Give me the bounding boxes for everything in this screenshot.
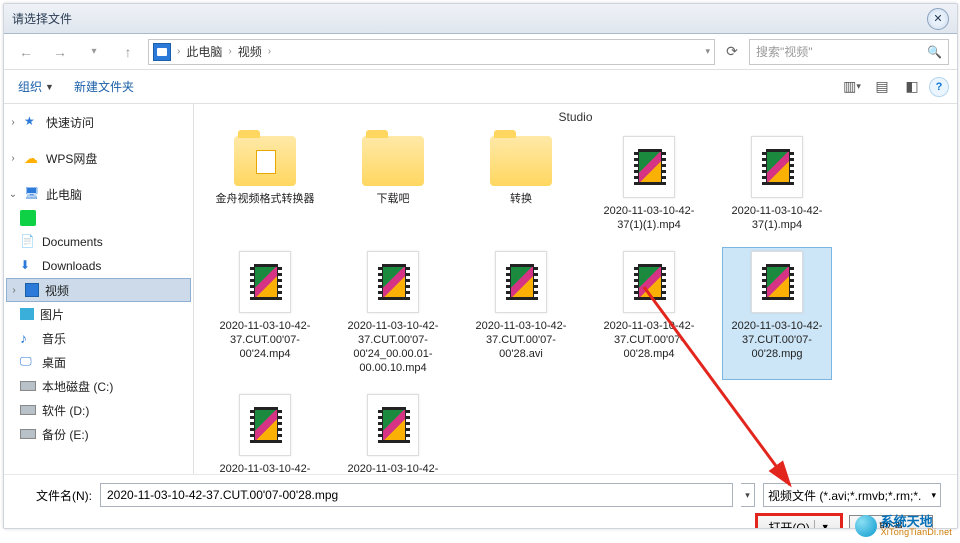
- history-dropdown[interactable]: ▾: [80, 39, 108, 65]
- sidebar-videos[interactable]: ›视频: [6, 278, 191, 302]
- file-item[interactable]: 2020-11-03-10-42-37.CUT.00'07-00'28.vob: [210, 390, 320, 474]
- file-item[interactable]: 2020-11-03-10-42-37(1)(1).mp4: [594, 132, 704, 237]
- bottom-panel: 文件名(N): ▾ 视频文件 (*.avi;*.rmvb;*.rm;*.▾ 打开…: [4, 474, 957, 529]
- file-item[interactable]: 2020-11-03-10-42-37.CUT.00'07-00'28.mp4: [594, 247, 704, 380]
- close-button[interactable]: ✕: [927, 8, 949, 30]
- sidebar-drive-d[interactable]: 软件 (D:): [6, 398, 191, 422]
- video-file-icon: [751, 251, 803, 313]
- folder-icon: [490, 136, 552, 186]
- organize-menu[interactable]: 组织▼: [12, 74, 60, 99]
- back-button[interactable]: ←: [12, 39, 40, 65]
- file-label: 2020-11-03-10-42-37.mp4: [342, 462, 444, 474]
- search-placeholder: 搜索"视频": [756, 43, 813, 60]
- folder-icon: [362, 136, 424, 186]
- help-button[interactable]: ?: [929, 77, 949, 97]
- breadcrumb[interactable]: › 此电脑 › 视频 › ▾: [148, 39, 715, 65]
- file-list: Studio 金舟视频格式转换器 下载吧 转换 2020-11-03-10-42-37…: [194, 104, 957, 474]
- file-item[interactable]: 2020-11-03-10-42-37.CUT.00'07-00'28.avi: [466, 247, 576, 380]
- file-item[interactable]: 2020-11-03-10-42-37.CUT.00'07-00'24.mp4: [210, 247, 320, 380]
- sidebar-documents[interactable]: 📄Documents: [6, 230, 191, 254]
- video-file-icon: [239, 394, 291, 456]
- video-file-icon: [751, 136, 803, 198]
- breadcrumb-root[interactable]: 此电脑: [186, 43, 222, 60]
- view-details-button[interactable]: ▤: [869, 76, 895, 98]
- file-label: 2020-11-03-10-42-37.CUT.00'07-00'28.mp4: [598, 319, 700, 362]
- toolbar: 组织▼ 新建文件夹 ▥ ▾ ▤ ◧ ?: [4, 70, 957, 104]
- folder-icon: [234, 136, 296, 186]
- search-icon: 🔍: [927, 45, 942, 59]
- sidebar-this-pc[interactable]: ⌄🖥此电脑: [6, 182, 191, 206]
- new-folder-button[interactable]: 新建文件夹: [68, 74, 140, 99]
- open-button[interactable]: 打开(O)▼: [757, 515, 841, 529]
- chevron-right-icon: ›: [228, 46, 231, 57]
- sidebar-item[interactable]: [6, 206, 191, 230]
- file-label: 2020-11-03-10-42-37.CUT.00'07-00'28.mpg: [726, 319, 828, 362]
- file-label: 2020-11-03-10-42-37.CUT.00'07-00'28.avi: [470, 319, 572, 362]
- forward-button[interactable]: →: [46, 39, 74, 65]
- breadcrumb-dropdown[interactable]: ▾: [705, 46, 710, 57]
- file-item[interactable]: 转换: [466, 132, 576, 237]
- filename-input[interactable]: [100, 483, 733, 507]
- navigation-bar: ← → ▾ ↑ › 此电脑 › 视频 › ▾ ⟳ 搜索"视频" 🔍: [4, 34, 957, 70]
- sidebar: ›★快速访问 ›☁WPS网盘 ⌄🖥此电脑 📄Documents ⬇Downloa…: [4, 104, 194, 474]
- group-header: Studio: [194, 108, 957, 126]
- file-label: 2020-11-03-10-42-37(1).mp4: [726, 204, 828, 233]
- file-item[interactable]: 2020-11-03-10-42-37.CUT.00'07-00'24_00.0…: [338, 247, 448, 380]
- video-file-icon: [495, 251, 547, 313]
- body: ›★快速访问 ›☁WPS网盘 ⌄🖥此电脑 📄Documents ⬇Downloa…: [4, 104, 957, 474]
- sidebar-drive-c[interactable]: 本地磁盘 (C:): [6, 374, 191, 398]
- file-label: 转换: [510, 192, 532, 206]
- sidebar-downloads[interactable]: ⬇Downloads: [6, 254, 191, 278]
- sidebar-pictures[interactable]: 图片: [6, 302, 191, 326]
- video-file-icon: [239, 251, 291, 313]
- search-input[interactable]: 搜索"视频" 🔍: [749, 39, 949, 65]
- file-item[interactable]: 2020-11-03-10-42-37(1).mp4: [722, 132, 832, 237]
- filename-label: 文件名(N):: [20, 487, 92, 504]
- preview-pane-button[interactable]: ◧: [899, 76, 925, 98]
- file-label: 2020-11-03-10-42-37(1)(1).mp4: [598, 204, 700, 233]
- video-file-icon: [623, 251, 675, 313]
- video-file-icon: [623, 136, 675, 198]
- sidebar-quick-access[interactable]: ›★快速访问: [6, 110, 191, 134]
- file-item[interactable]: 2020-11-03-10-42-37.CUT.00'07-00'28.mpg: [722, 247, 832, 380]
- chevron-right-icon: ›: [268, 46, 271, 57]
- file-label: 2020-11-03-10-42-37.CUT.00'07-00'24.mp4: [214, 319, 316, 362]
- chevron-right-icon: ›: [177, 46, 180, 57]
- file-label: 2020-11-03-10-42-37.CUT.00'07-00'28.vob: [214, 462, 316, 474]
- view-icons-button[interactable]: ▥ ▾: [839, 76, 865, 98]
- file-item[interactable]: 下载吧: [338, 132, 448, 237]
- file-item[interactable]: 金舟视频格式转换器: [210, 132, 320, 237]
- sidebar-drive-e[interactable]: 备份 (E:): [6, 422, 191, 446]
- file-label: 下载吧: [377, 192, 410, 206]
- file-label: 2020-11-03-10-42-37.CUT.00'07-00'24_00.0…: [342, 319, 444, 376]
- file-item[interactable]: 2020-11-03-10-42-37.mp4: [338, 390, 448, 474]
- up-button[interactable]: ↑: [114, 39, 142, 65]
- sidebar-desktop[interactable]: 🖵桌面: [6, 350, 191, 374]
- file-dialog: 请选择文件 ✕ ← → ▾ ↑ › 此电脑 › 视频 › ▾ ⟳ 搜索"视频" …: [3, 3, 958, 529]
- video-folder-icon: [153, 43, 171, 61]
- cancel-button[interactable]: 取消: [849, 515, 933, 529]
- breadcrumb-part[interactable]: 视频: [238, 43, 262, 60]
- filetype-select[interactable]: 视频文件 (*.avi;*.rmvb;*.rm;*.▾: [763, 483, 941, 507]
- window-title: 请选择文件: [12, 10, 927, 27]
- video-file-icon: [367, 251, 419, 313]
- sidebar-music[interactable]: ♪音乐: [6, 326, 191, 350]
- sidebar-wps[interactable]: ›☁WPS网盘: [6, 146, 191, 170]
- refresh-button[interactable]: ⟳: [721, 39, 743, 65]
- file-label: 金舟视频格式转换器: [216, 192, 315, 206]
- filename-history-dropdown[interactable]: ▾: [741, 483, 755, 507]
- titlebar: 请选择文件 ✕: [4, 4, 957, 34]
- video-file-icon: [367, 394, 419, 456]
